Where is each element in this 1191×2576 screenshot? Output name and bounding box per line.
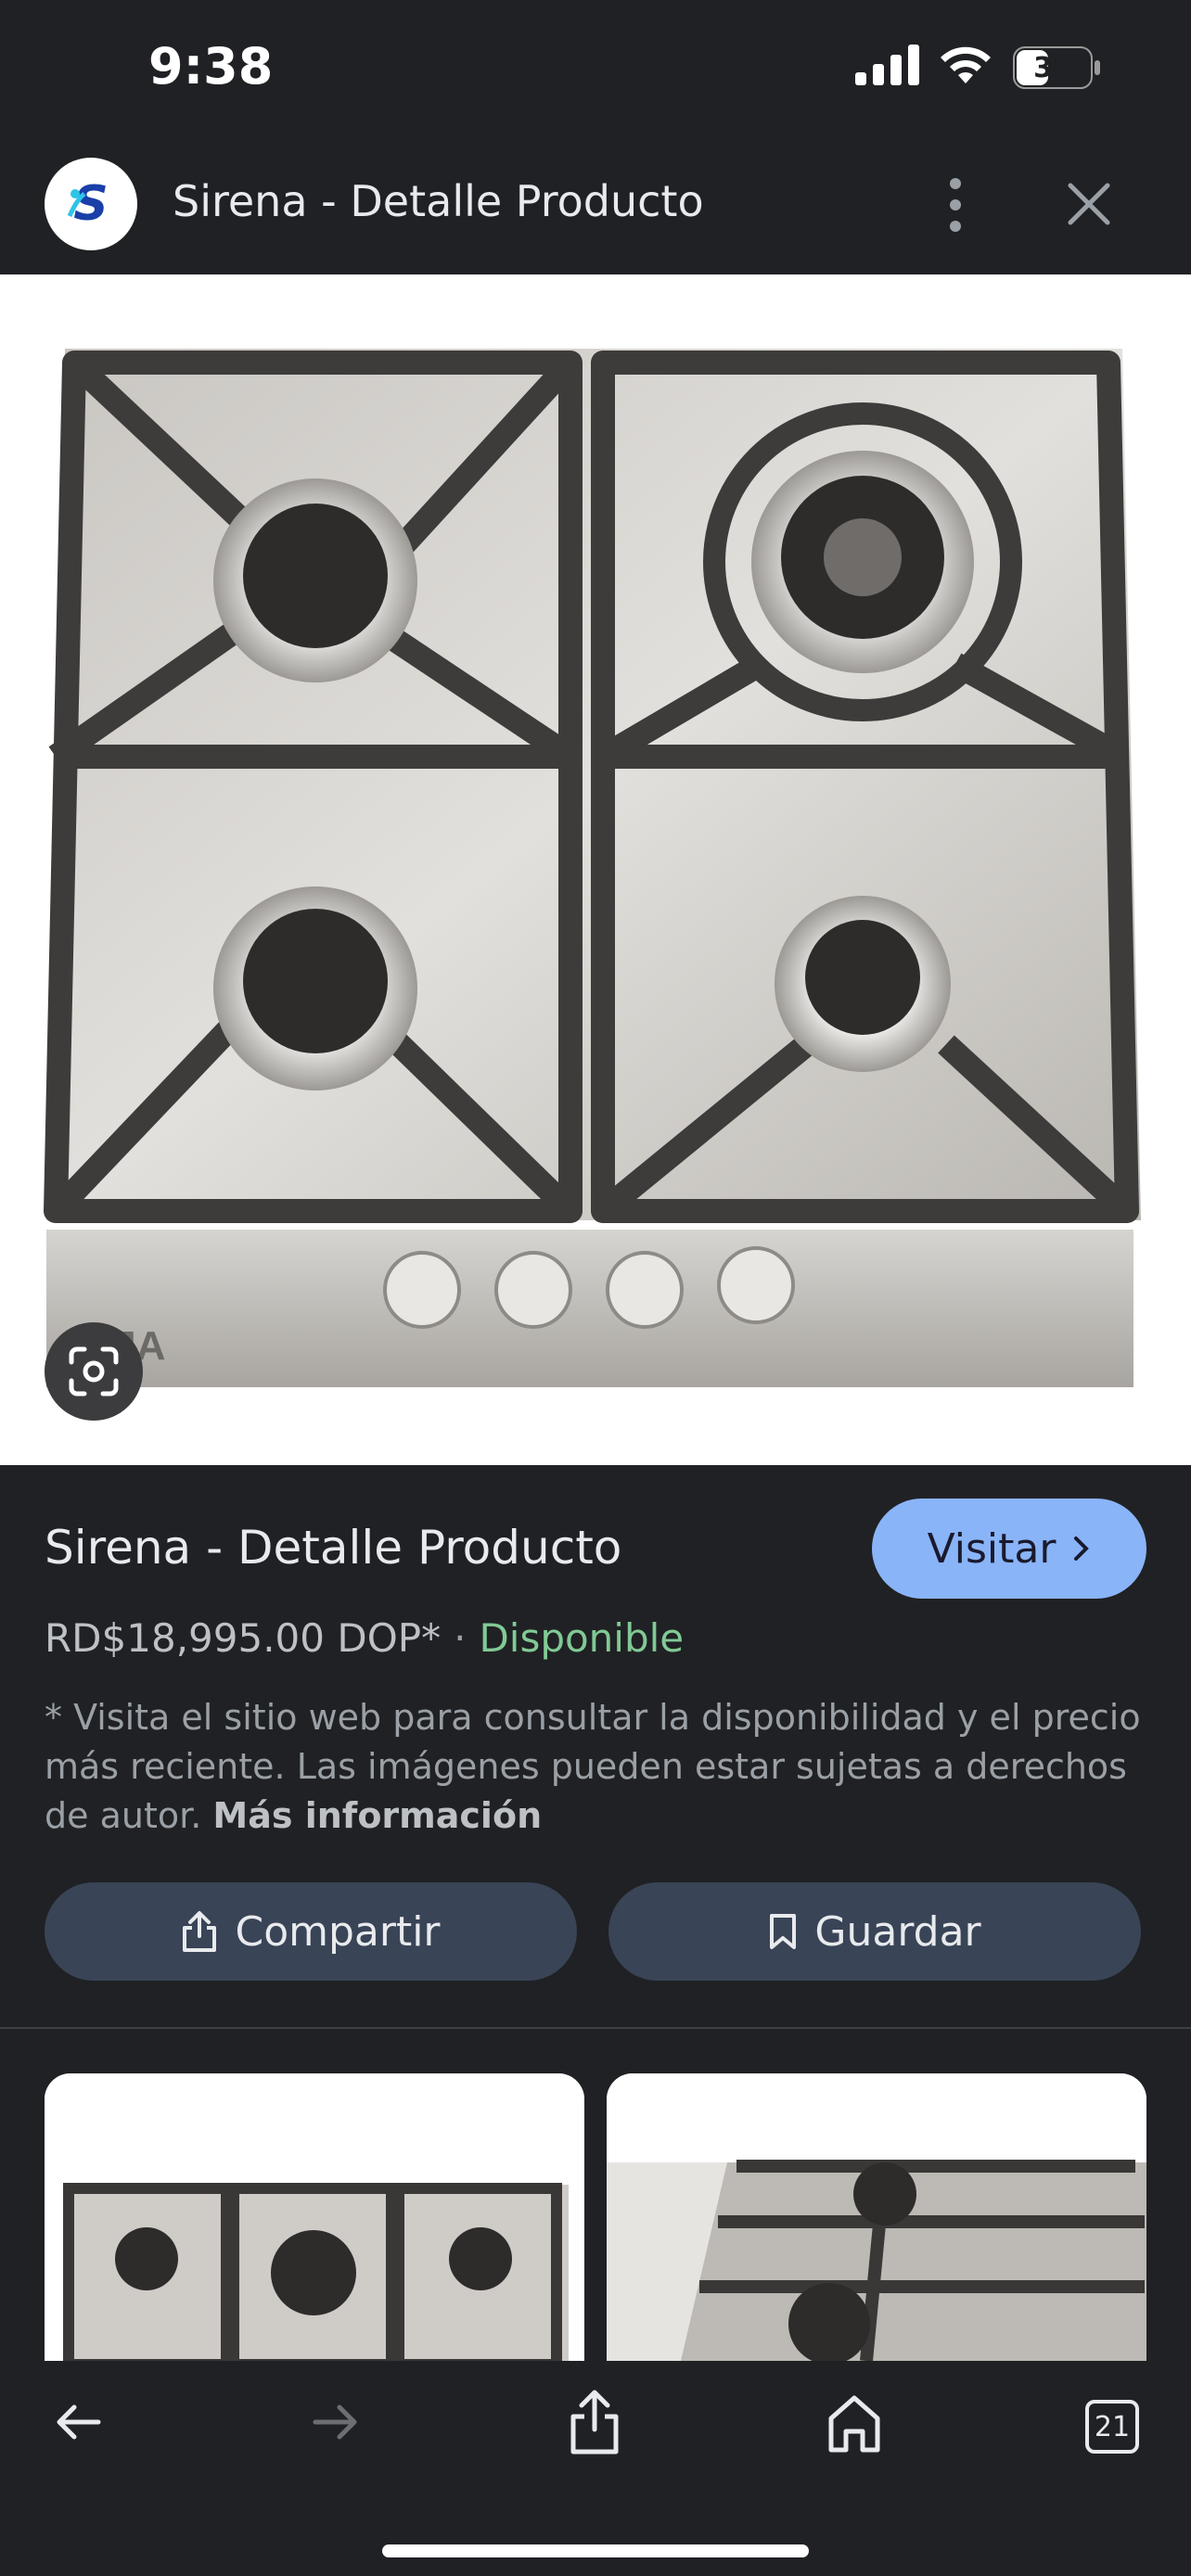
status-time: 9:38 [148, 37, 274, 96]
back-arrow-icon[interactable] [52, 2396, 104, 2448]
product-image[interactable]: IJA [0, 274, 1191, 1465]
availability-status: Disponible [479, 1615, 685, 1661]
bookmark-icon [770, 1914, 797, 1949]
save-button-label: Guardar [814, 1907, 981, 1956]
close-icon[interactable] [1065, 180, 1113, 228]
battery-level-text: 38 [1033, 52, 1072, 84]
home-icon[interactable] [826, 2392, 883, 2454]
price: RD$18,995.00 DOP* [45, 1615, 442, 1661]
cellular-signal-icon [855, 45, 919, 85]
lens-icon [69, 1346, 119, 1396]
share-button[interactable]: Compartir [45, 1882, 577, 1981]
home-indicator[interactable] [382, 2544, 809, 2557]
divider [0, 2027, 1191, 2029]
visit-button-label: Visitar [927, 1524, 1057, 1573]
status-bar: 9:38 38 [0, 0, 1191, 139]
bottom-toolbar: 21 [0, 2361, 1191, 2576]
chevron-right-icon [1074, 1537, 1090, 1561]
lens-search-button[interactable] [45, 1322, 143, 1421]
share-icon [183, 1911, 217, 1952]
tabs-count-button[interactable]: 21 [1085, 2400, 1139, 2454]
save-button[interactable]: Guardar [608, 1882, 1141, 1981]
more-info-link[interactable]: Más información [212, 1795, 542, 1836]
sirena-logo-icon: S [45, 158, 137, 250]
disclaimer-text: * Visita el sitio web para consultar la … [45, 1697, 1141, 1836]
svg-text:S: S [73, 176, 108, 232]
more-options-icon[interactable] [937, 172, 974, 237]
forward-arrow-icon[interactable] [310, 2396, 362, 2448]
share-button-label: Compartir [235, 1907, 441, 1956]
share-icon[interactable] [566, 2389, 623, 2455]
price-line: RD$18,995.00 DOP* · Disponible [45, 1615, 684, 1661]
related-result-card[interactable] [45, 2073, 584, 2361]
product-info-panel: Sirena - Detalle Producto Visitar RD$18,… [0, 1465, 1191, 2029]
product-title: Sirena - Detalle Producto [45, 1521, 622, 1575]
wifi-icon [941, 46, 991, 83]
browser-header: S Sirena - Detalle Producto [0, 139, 1191, 274]
visit-button[interactable]: Visitar [872, 1498, 1146, 1599]
disclaimer: * Visita el sitio web para consultar la … [45, 1693, 1148, 1841]
related-result-card[interactable] [607, 2073, 1146, 2361]
battery-icon: 38 [1013, 46, 1100, 89]
separator: · [454, 1615, 467, 1661]
page-title: Sirena - Detalle Producto [173, 176, 704, 226]
